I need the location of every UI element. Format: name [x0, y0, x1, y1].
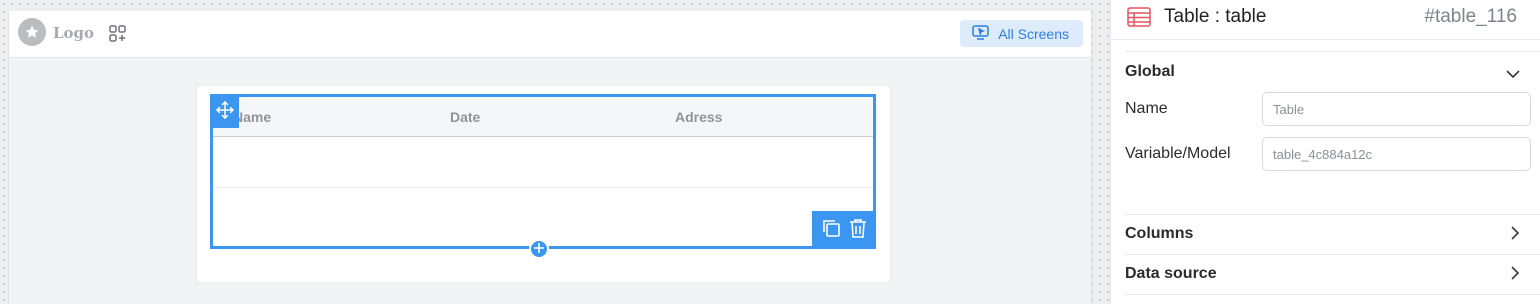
screen-cursor-icon — [972, 24, 989, 43]
component-id: #table_116 — [1424, 6, 1517, 27]
column-header-adress[interactable]: Adress — [675, 109, 722, 125]
table-header-row: Name Date Adress — [213, 97, 873, 137]
star-icon — [18, 18, 46, 46]
add-row-button[interactable] — [529, 239, 549, 259]
properties-panel: Table : table #table_116 Global Name Var… — [1110, 0, 1540, 304]
section-data-source-title[interactable]: Data source — [1125, 265, 1217, 283]
section-divider — [1125, 51, 1540, 52]
panel-header: Table : table #table_116 — [1111, 0, 1540, 40]
preview-header: Logo All Screens — [9, 11, 1091, 58]
section-global-title[interactable]: Global — [1125, 63, 1175, 81]
logo-text[interactable]: Logo — [53, 24, 94, 42]
section-divider — [1125, 254, 1540, 255]
plus-icon — [534, 240, 544, 258]
table-widget[interactable]: Name Date Adress — [210, 94, 876, 249]
table-row-divider — [213, 187, 873, 188]
all-screens-button[interactable]: All Screens — [960, 20, 1083, 47]
apps-add-icon[interactable] — [108, 24, 128, 44]
table-icon — [1127, 7, 1151, 32]
panel-title: Table : table — [1164, 6, 1267, 27]
name-label: Name — [1125, 100, 1168, 117]
section-divider — [1125, 294, 1540, 295]
section-divider — [1125, 214, 1540, 215]
chevron-right-icon[interactable] — [1510, 226, 1520, 245]
column-header-date[interactable]: Date — [450, 109, 480, 125]
move-handle[interactable] — [211, 96, 239, 128]
section-columns-title[interactable]: Columns — [1125, 225, 1193, 243]
variable-model-label: Variable/Model — [1125, 145, 1231, 162]
chevron-down-icon[interactable] — [1506, 66, 1520, 84]
name-input[interactable] — [1262, 92, 1531, 126]
all-screens-label: All Screens — [998, 25, 1069, 42]
trash-icon[interactable] — [849, 218, 867, 243]
table-action-bar — [812, 211, 876, 249]
chevron-right-icon[interactable] — [1510, 266, 1520, 285]
copy-icon[interactable] — [821, 218, 841, 243]
variable-model-input[interactable] — [1262, 137, 1531, 171]
move-arrows-icon — [215, 100, 235, 124]
